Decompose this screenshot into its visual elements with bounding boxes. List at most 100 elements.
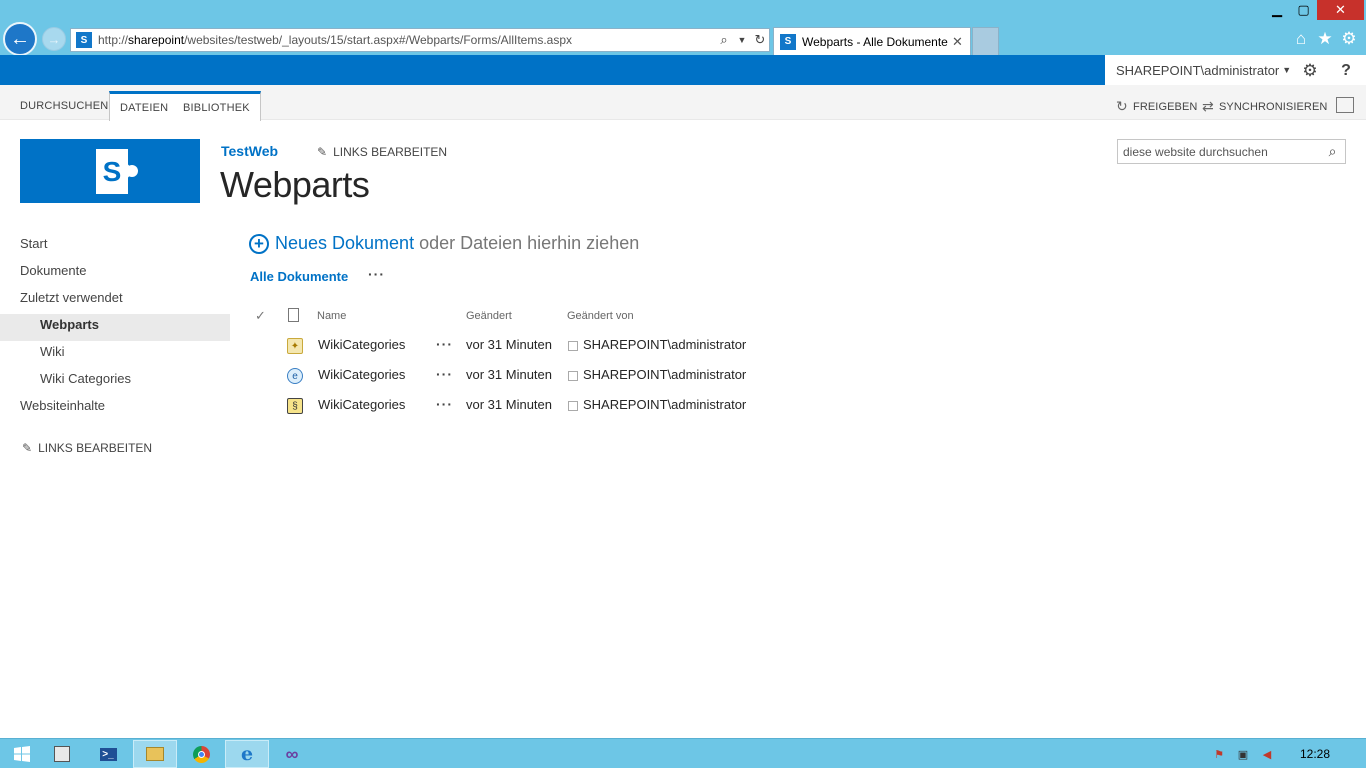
user-menu[interactable]: SHAREPOINT\administrator ▼ — [1105, 55, 1366, 85]
nav-item-recent[interactable]: Zuletzt verwendet — [0, 287, 230, 314]
url-host: sharepoint — [128, 33, 185, 47]
address-url[interactable]: http://sharepoint/websites/testweb/_layo… — [98, 33, 715, 47]
document-modified: vor 31 Minuten — [466, 397, 552, 412]
new-tab-button[interactable] — [972, 27, 999, 55]
top-nav-edit-links[interactable]: ✎ LINKS BEARBEITEN — [317, 145, 447, 159]
presence-icon — [568, 371, 578, 381]
select-all-checkmark-icon[interactable]: ✓ — [255, 303, 266, 329]
sharepoint-favicon-icon: S — [76, 32, 92, 48]
clock[interactable]: 12:28 — [1300, 747, 1330, 761]
presence-icon — [568, 401, 578, 411]
maximize-button[interactable]: ▢ — [1290, 0, 1317, 20]
ribbon: DURCHSUCHEN DATEIEN BIBLIOTHEK ↻ FREIGEB… — [0, 85, 1366, 121]
refresh-icon[interactable]: ↻ — [751, 32, 769, 48]
windows-logo-icon — [14, 746, 30, 762]
item-menu-ellipsis[interactable]: ··· — [436, 336, 453, 352]
html-file-icon: e — [287, 368, 303, 384]
sync-label: SYNCHRONISIEREN — [1219, 100, 1328, 113]
presence-icon — [568, 341, 578, 351]
settings-gear-icon[interactable]: ⚙ — [1300, 61, 1320, 81]
document-modified-by[interactable]: SHAREPOINT\administrator — [583, 367, 746, 382]
column-header-modified-by[interactable]: Geändert von — [567, 303, 634, 329]
page-title: Webparts — [220, 164, 370, 205]
item-menu-ellipsis[interactable]: ··· — [436, 396, 453, 412]
arrow-left-icon: ← — [10, 27, 30, 50]
edit-links-label: LINKS BEARBEITEN — [38, 441, 153, 455]
forward-button[interactable]: → — [42, 27, 66, 51]
edit-links-label: LINKS BEARBEITEN — [333, 145, 448, 159]
document-modified: vor 31 Minuten — [466, 367, 552, 382]
table-row[interactable]: § WikiCategories ··· vor 31 Minuten SHAR… — [250, 391, 750, 421]
document-modified-by[interactable]: SHAREPOINT\administrator — [583, 397, 746, 412]
sharepoint-logo-icon: S — [80, 143, 140, 199]
powershell-icon[interactable]: >_ — [86, 740, 130, 768]
taskbar: >_ e ∞ ⚑ ▣ ◀ 12:28 — [0, 738, 1366, 768]
nav-item-wiki[interactable]: Wiki — [0, 341, 230, 368]
column-header-name[interactable]: Name — [317, 303, 346, 329]
home-icon[interactable]: ⌂ — [1290, 28, 1312, 50]
new-document-area: + Neues Dokument oder Dateien hierhin zi… — [249, 233, 639, 254]
back-button[interactable]: ← — [3, 22, 37, 56]
start-button[interactable] — [0, 740, 44, 768]
help-icon[interactable]: ? — [1336, 61, 1356, 81]
nav-item-webparts[interactable]: Webparts — [0, 314, 230, 341]
tab-title: Webparts - Alle Dokumente — [802, 34, 948, 49]
view-more-ellipsis[interactable]: ··· — [368, 266, 385, 282]
column-type — [288, 303, 299, 329]
ribbon-tab-library[interactable]: BIBLIOTHEK — [173, 91, 261, 121]
chrome-icon[interactable] — [179, 740, 223, 768]
visual-studio-icon[interactable]: ∞ — [270, 740, 314, 768]
nav-item-site-contents[interactable]: Websiteinhalte — [0, 395, 230, 422]
server-manager-icon[interactable] — [40, 740, 84, 768]
document-name[interactable]: WikiCategories — [318, 337, 405, 352]
favorites-star-icon[interactable]: ★ — [1314, 28, 1336, 50]
site-search[interactable]: ⌕ — [1117, 139, 1346, 164]
drag-files-hint: oder Dateien hierhin ziehen — [419, 233, 640, 253]
nav-item-start[interactable]: Start — [0, 233, 230, 260]
sync-button[interactable]: ⇄ SYNCHRONISIEREN — [1202, 98, 1327, 115]
item-menu-ellipsis[interactable]: ··· — [436, 366, 453, 382]
sharepoint-favicon-icon: S — [780, 33, 796, 50]
new-document-link[interactable]: Neues Dokument — [275, 233, 414, 254]
caret-down-icon[interactable]: ▼ — [1282, 65, 1291, 75]
document-name[interactable]: WikiCategories — [318, 367, 405, 382]
table-row[interactable]: e WikiCategories ··· vor 31 Minuten SHAR… — [250, 361, 750, 391]
url-prefix: http:// — [98, 33, 129, 47]
quick-launch-edit-links[interactable]: ✎ LINKS BEARBEITEN — [22, 441, 152, 455]
document-name[interactable]: WikiCategories — [318, 397, 405, 412]
network-icon[interactable]: ▣ — [1236, 747, 1250, 761]
pencil-icon: ✎ — [22, 441, 33, 455]
search-input[interactable] — [1118, 140, 1318, 163]
sync-icon: ⇄ — [1202, 98, 1214, 114]
volume-muted-icon[interactable]: ◀ — [1260, 747, 1274, 761]
minimize-button[interactable]: ▁ — [1264, 0, 1290, 20]
search-icon[interactable]: ⌕ — [715, 32, 733, 48]
close-window-button[interactable]: ✕ — [1317, 0, 1364, 20]
document-modified-by[interactable]: SHAREPOINT\administrator — [583, 337, 746, 352]
dropdown-icon[interactable]: ▼ — [733, 35, 751, 45]
ribbon-tab-files[interactable]: DATEIEN — [109, 91, 180, 121]
site-logo[interactable]: S — [20, 139, 200, 203]
view-all-documents[interactable]: Alle Dokumente — [250, 269, 348, 284]
address-bar[interactable]: S http://sharepoint/websites/testweb/_la… — [70, 28, 770, 52]
table-row[interactable]: ✦ WikiCategories ··· vor 31 Minuten SHAR… — [250, 331, 750, 361]
ribbon-tab-browse[interactable]: DURCHSUCHEN — [10, 90, 118, 120]
focus-content-icon[interactable] — [1336, 97, 1354, 113]
browser-tab-active[interactable]: S Webparts - Alle Dokumente ✕ — [773, 27, 971, 55]
add-circle-icon[interactable]: + — [249, 233, 269, 254]
tab-close-icon[interactable]: ✕ — [952, 34, 970, 50]
file-explorer-icon[interactable] — [133, 740, 177, 768]
action-center-flag-icon[interactable]: ⚑ — [1212, 747, 1226, 761]
search-icon[interactable]: ⌕ — [1324, 143, 1341, 160]
column-header-modified[interactable]: Geändert — [466, 303, 512, 329]
site-title[interactable]: TestWeb — [221, 143, 278, 159]
nav-item-wiki-categories[interactable]: Wiki Categories — [0, 368, 230, 395]
internet-explorer-icon[interactable]: e — [225, 740, 269, 768]
share-button[interactable]: ↻ FREIGEBEN — [1116, 98, 1197, 115]
user-name[interactable]: SHAREPOINT\administrator — [1116, 63, 1279, 78]
generic-file-icon: ✦ — [287, 338, 303, 354]
tools-gear-icon[interactable]: ⚙ — [1338, 28, 1360, 50]
share-icon: ↻ — [1116, 98, 1128, 114]
nav-item-documents[interactable]: Dokumente — [0, 260, 230, 287]
config-file-icon: § — [287, 398, 303, 414]
